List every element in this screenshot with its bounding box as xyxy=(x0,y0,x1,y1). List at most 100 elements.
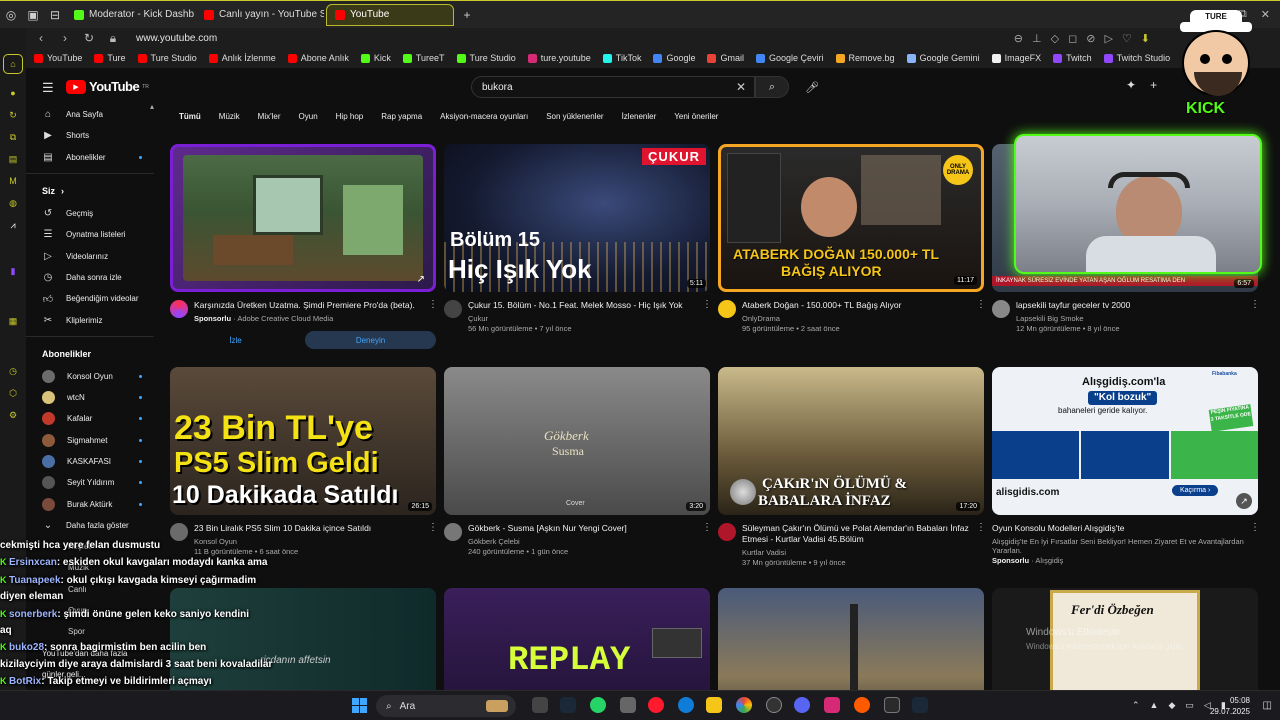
bookmark-item[interactable]: Abone Anlık xyxy=(287,53,349,63)
bookmark-item[interactable]: Twitch xyxy=(1053,53,1092,63)
video-thumbnail[interactable]: 23 Bin TL'ye PS5 Slim Geldi 10 Dakikada … xyxy=(170,367,436,515)
subscription-item[interactable]: KASKAFASI xyxy=(26,451,164,472)
new-tab-button[interactable]: + xyxy=(456,4,478,26)
video-thumbnail[interactable]: ↗ xyxy=(170,144,436,292)
subscription-item[interactable]: Seyit Yıldırım xyxy=(26,472,164,493)
search-input[interactable]: bukora ✕ xyxy=(471,76,755,98)
steam-icon[interactable] xyxy=(560,697,576,713)
taskbar-clock[interactable]: 05:08 29.07.2025 xyxy=(1210,695,1250,717)
tab-youtube-studio[interactable]: Canlı yayın - YouTube Stu ✕ xyxy=(196,4,324,26)
channel-avatar[interactable] xyxy=(718,300,736,318)
chat-username[interactable]: buko28 xyxy=(9,642,44,653)
filter-chip[interactable]: Aksiyon-macera oyunları xyxy=(431,112,537,121)
channel-name[interactable]: Alışgidiş xyxy=(1035,556,1063,565)
ai-icon[interactable]: ● xyxy=(6,86,20,100)
video-title[interactable]: lapsekili tayfur geceler tv 2000 xyxy=(1016,300,1244,311)
discord-icon[interactable] xyxy=(794,697,810,713)
filter-chip[interactable]: Müzik xyxy=(210,112,249,121)
filter-chip[interactable]: Mix'ler xyxy=(249,112,290,121)
more-options-icon[interactable]: ⋮ xyxy=(1250,300,1260,333)
filter-chip[interactable]: Tümü xyxy=(170,112,210,121)
heart-icon[interactable]: ♡ xyxy=(1122,32,1132,45)
video-thumbnail[interactable]: ONLY DRAMA ATABERK DOĞAN 150.000+ TL BAĞ… xyxy=(718,144,984,292)
more-options-icon[interactable]: ⋮ xyxy=(976,300,986,333)
whatsapp-icon[interactable] xyxy=(590,697,606,713)
youtube-logo[interactable]: ▶ YouTube TR xyxy=(66,79,149,94)
channel-avatar[interactable] xyxy=(718,523,736,541)
bookmark-item[interactable]: TureeT xyxy=(402,53,445,63)
bookmark-item[interactable]: Google Gemini xyxy=(906,53,980,63)
ai-assistant-icon[interactable]: ◍ xyxy=(6,196,20,210)
cast-icon[interactable]: ✦ xyxy=(1126,78,1136,92)
video-card[interactable]: ÇAKıR'ıN ÖLÜMÜ & BABALARA İNFAZ 17:20 Sü… xyxy=(718,367,986,567)
task-view-icon[interactable] xyxy=(532,697,548,713)
guide-item[interactable]: ✂ Kliplerimiz xyxy=(26,309,164,330)
guide-item[interactable]: ↺ Geçmiş xyxy=(26,203,164,224)
vpn-icon[interactable]: ⬡ xyxy=(6,386,20,400)
show-more-button[interactable]: ⌄ Daha fazla göster xyxy=(26,515,164,536)
obs-icon[interactable] xyxy=(766,697,782,713)
chat-username[interactable]: Tuanapeek xyxy=(9,575,61,586)
lock-icon[interactable]: 🔒︎ xyxy=(106,31,120,46)
twitch-sidebar-icon[interactable]: ▮ xyxy=(6,264,20,278)
video-title[interactable]: Oyun Konsolu Modelleri Alışgidiş'te xyxy=(992,523,1244,534)
tray-app-icon[interactable]: ▲ xyxy=(1150,700,1159,711)
tab-kick-dashboard[interactable]: Moderator - Kick Dashbo ✕ xyxy=(66,4,194,26)
more-options-icon[interactable]: ⋮ xyxy=(1250,523,1260,565)
more-options-icon[interactable]: ⋮ xyxy=(976,523,986,567)
subscription-item[interactable]: Konsol Oyun xyxy=(26,366,164,387)
subscription-item[interactable]: Sigmahmet xyxy=(26,430,164,451)
subscription-item[interactable]: Burak Aktürk xyxy=(26,493,164,514)
channel-avatar[interactable] xyxy=(444,300,462,318)
filter-chip[interactable]: Yeni öneriler xyxy=(665,112,727,121)
close-window-icon[interactable]: ✕ xyxy=(1261,8,1270,21)
messenger-icon[interactable]: ▤ xyxy=(6,152,20,166)
guide-item[interactable]: ▤ Abonelikler xyxy=(26,147,164,168)
subscription-item[interactable]: wtcN xyxy=(26,387,164,408)
channel-name[interactable]: Çukur xyxy=(468,314,696,323)
video-title[interactable]: Gökberk - Susma [Aşkın Nur Yengi Cover] xyxy=(468,523,696,534)
video-thumbnail[interactable]: Alışgidiş.com'la Fibabanka "Kol bozuk" b… xyxy=(992,367,1258,515)
guide-item[interactable]: 👍︎ Beğendiğim videolar xyxy=(26,288,164,309)
guide-item[interactable]: ▷ Videolarınız xyxy=(26,245,164,266)
bookmark-item[interactable]: Remove.bg xyxy=(835,53,895,63)
snapshot-icon[interactable]: ◻ xyxy=(1068,32,1077,45)
settings-icon[interactable]: ⚙ xyxy=(6,408,20,422)
epic-games-icon[interactable] xyxy=(884,697,900,713)
video-title[interactable]: Süleyman Çakır'ın Ölümü ve Polat Alemdar… xyxy=(742,523,970,545)
filter-chip[interactable]: İzlenenler xyxy=(613,112,666,121)
video-thumbnail[interactable]: ÇAKıR'ıN ÖLÜMÜ & BABALARA İNFAZ 17:20 xyxy=(718,367,984,515)
bookmark-item[interactable]: ImageFX xyxy=(991,53,1041,63)
video-title[interactable]: 23 Bin Liralık PS5 Slim 10 Dakika içince… xyxy=(194,523,422,534)
guide-you-header[interactable]: Siz › xyxy=(26,179,164,203)
more-options-icon[interactable]: ⋮ xyxy=(702,300,712,333)
video-card[interactable]: ↗ Karşınızda Üretken Uzatma. Şimdi Premi… xyxy=(170,144,438,349)
video-card[interactable]: Alışgidiş.com'la Fibabanka "Kol bozuk" b… xyxy=(992,367,1260,565)
extensions-icon[interactable]: ⧉ xyxy=(6,130,20,144)
voice-search-button[interactable]: 🎤︎ xyxy=(802,76,822,98)
guide-item[interactable]: ⌂ Ana Sayfa xyxy=(26,104,164,125)
app-icon[interactable] xyxy=(620,697,636,713)
chrome-icon[interactable] xyxy=(736,697,752,713)
collapse-guide-icon[interactable]: ▴ xyxy=(150,104,154,111)
bookmark-item[interactable]: Gmail xyxy=(707,53,744,63)
bookmark-item[interactable]: Google Çeviri xyxy=(756,53,824,63)
speed-dial-icon[interactable]: ↻ xyxy=(6,108,20,122)
subscription-item[interactable]: Kafalar xyxy=(26,408,164,429)
bookmark-item[interactable]: Ture xyxy=(94,53,126,63)
guide-item[interactable]: ◷ Daha sonra izle xyxy=(26,267,164,288)
video-card[interactable]: ÇUKUR Bölüm 15 Hiç Işık Yok 5:11 Çukur 1… xyxy=(444,144,712,333)
video-card[interactable]: ONLY DRAMA ATABERK DOĞAN 150.000+ TL BAĞ… xyxy=(718,144,986,333)
back-icon[interactable]: ‹ xyxy=(34,31,48,45)
bookmark-item[interactable]: Google xyxy=(653,53,695,63)
more-options-icon[interactable]: ⋮ xyxy=(428,523,438,556)
network-icon[interactable]: ▭ xyxy=(1185,700,1194,711)
filter-chip[interactable]: Son yüklenenler xyxy=(537,112,612,121)
steam-icon-2[interactable] xyxy=(912,697,928,713)
filter-chip[interactable]: Rap yapma xyxy=(372,112,431,121)
bookmark-item[interactable]: Anlık İzlenme xyxy=(208,53,276,63)
bookmark-item[interactable]: Ture Studio xyxy=(137,53,197,63)
bookmark-item[interactable]: ture.youtube xyxy=(527,53,591,63)
channel-name[interactable]: Gökberk Çelebi xyxy=(468,537,696,546)
more-options-icon[interactable]: ⋮ xyxy=(428,300,438,323)
